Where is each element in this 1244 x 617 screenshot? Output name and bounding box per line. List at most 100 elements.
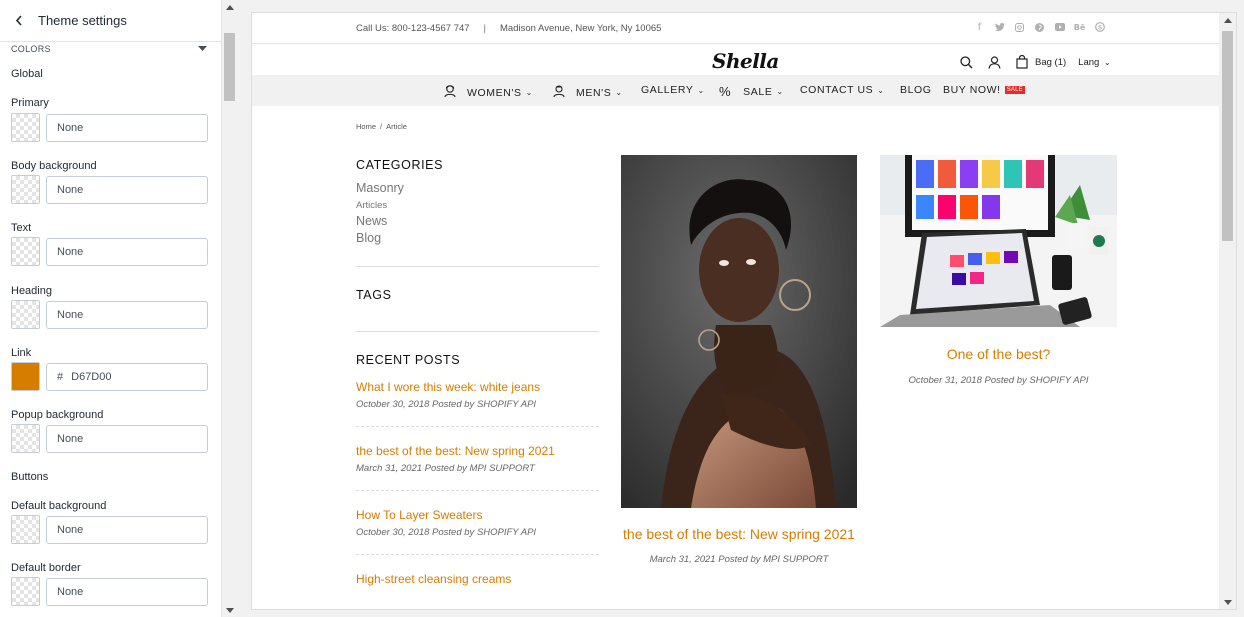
nav-gallery[interactable]: GALLERY ⌄ [641, 84, 705, 96]
bag-count[interactable]: Bag (1) [1035, 57, 1066, 68]
main-nav: WOMEN'S ⌄ MEN'S ⌄ GALLERY ⌄ % SALE ⌄ CONTACT… [252, 75, 1220, 106]
search-icon[interactable] [958, 54, 974, 70]
store-preview: Call Us: 800-123-4567 747 | Madison Avenue… [251, 12, 1237, 610]
primary-label: Primary [11, 97, 49, 109]
recent-post-meta: October 30, 2018 Posted by SHOPIFY API [356, 527, 537, 538]
caret-down-icon [198, 44, 207, 54]
address-text: Madison Avenue, New York, Ny 10065 [500, 23, 662, 34]
scroll-up-arrow-icon[interactable] [226, 5, 234, 10]
article-title[interactable]: the best of the best: New spring 2021 [621, 526, 857, 542]
colors-section-header[interactable]: COLORS [0, 43, 221, 55]
scroll-up-arrow-icon[interactable] [1224, 18, 1232, 23]
article-meta: March 31, 2021 Posted by MPI SUPPORT [649, 554, 829, 565]
scroll-down-arrow-icon[interactable] [226, 608, 234, 613]
article-title[interactable]: One of the best? [880, 346, 1117, 362]
behance-icon[interactable]: Bē [1074, 21, 1086, 33]
instagram-icon[interactable] [1014, 21, 1025, 33]
heading-color-label: Heading [11, 285, 52, 297]
panel-header: Theme settings [0, 0, 221, 42]
panel-scroll-thumb[interactable] [224, 33, 235, 101]
text-color-input[interactable]: None [46, 237, 208, 266]
default-border-row: None [0, 577, 221, 606]
text-color-label: Text [11, 222, 32, 234]
categories-title: CATEGORIES [356, 158, 444, 172]
default-border-input[interactable]: None [46, 577, 208, 606]
separator: | [483, 23, 487, 34]
nav-buy-now[interactable]: BUY NOW! SALE [943, 84, 1025, 96]
recent-post-item: High-street cleansing creams [356, 572, 599, 586]
recent-post-link[interactable]: the best of the best: New spring 2021 [356, 444, 599, 458]
skype-icon[interactable]: S [1094, 21, 1105, 33]
blog-sidebar: CATEGORIES Masonry Articles News Blog TA… [356, 158, 599, 586]
panel-scrollbar[interactable] [222, 0, 238, 617]
preview-scroll-thumb[interactable] [1222, 31, 1233, 241]
heading-color-row: None [0, 300, 221, 329]
social-links: f Bē S [974, 21, 1105, 33]
twitter-icon[interactable] [994, 21, 1005, 33]
heading-color-input[interactable]: None [46, 300, 208, 329]
back-arrow-icon[interactable] [12, 14, 26, 28]
category-news[interactable]: News [356, 214, 599, 228]
chevron-down-icon: ⌄ [697, 85, 705, 95]
popup-background-row: None [0, 424, 221, 453]
global-group-title: Global [11, 68, 43, 80]
nav-womens[interactable]: WOMEN'S ⌄ [443, 84, 533, 101]
preview-scrollbar[interactable] [1219, 13, 1236, 609]
youtube-icon[interactable] [1054, 21, 1065, 33]
woman-icon [443, 84, 457, 101]
text-color-row: None [0, 237, 221, 266]
recent-posts-title: RECENT POSTS [356, 353, 461, 367]
recent-post-link[interactable]: How To Layer Sweaters [356, 508, 599, 522]
link-color-swatch[interactable] [11, 362, 40, 391]
article-image-laptop[interactable] [880, 155, 1117, 327]
breadcrumb-home[interactable]: Home [356, 122, 376, 131]
recent-post-link[interactable]: High-street cleansing creams [356, 572, 599, 586]
scroll-down-arrow-icon[interactable] [1224, 600, 1232, 605]
category-articles[interactable]: Articles [356, 200, 599, 211]
primary-color-input[interactable]: None [46, 113, 208, 142]
text-color-swatch[interactable] [11, 237, 40, 266]
link-color-row: # D67D00 [0, 362, 221, 391]
store-logo[interactable]: Shella [712, 49, 779, 73]
chevron-down-icon: ⌄ [877, 85, 885, 95]
body-background-row: None [0, 175, 221, 204]
default-background-swatch[interactable] [11, 515, 40, 544]
language-selector[interactable]: Lang ⌄ [1078, 57, 1110, 68]
account-icon[interactable] [986, 54, 1002, 70]
popup-background-swatch[interactable] [11, 424, 40, 453]
category-blog[interactable]: Blog [356, 231, 599, 245]
contact-info: Call Us: 800-123-4567 747 | Madison Avenue… [356, 23, 661, 34]
chevron-down-icon: ⌄ [1103, 57, 1111, 67]
default-background-input[interactable]: None [46, 515, 208, 544]
panel-title: Theme settings [38, 13, 127, 28]
divider [356, 266, 599, 267]
facebook-icon[interactable]: f [974, 21, 985, 33]
chevron-down-icon: ⌄ [525, 88, 533, 97]
nav-mens[interactable]: MEN'S ⌄ [552, 84, 623, 101]
nav-blog[interactable]: BLOG [900, 84, 932, 96]
bag-icon[interactable] [1014, 54, 1030, 70]
article-image-portrait[interactable] [621, 155, 857, 508]
link-color-input[interactable]: # D67D00 [46, 362, 208, 391]
nav-sale[interactable]: % SALE ⌄ [719, 84, 784, 99]
category-masonry[interactable]: Masonry [356, 181, 599, 195]
recent-post-link[interactable]: What I wore this week: white jeans [356, 380, 599, 394]
nav-contact-us[interactable]: CONTACT US ⌄ [800, 84, 885, 96]
default-border-swatch[interactable] [11, 577, 40, 606]
breadcrumb: Home / Article [356, 122, 407, 131]
recent-post-meta: October 30, 2018 Posted by SHOPIFY API [356, 399, 537, 410]
theme-settings-panel: Theme settings COLORS Global Primary Non… [0, 0, 222, 617]
popup-background-input[interactable]: None [46, 424, 208, 453]
header-icons: Bag (1) Lang ⌄ [958, 54, 1111, 70]
primary-swatch[interactable] [11, 113, 40, 142]
percent-icon: % [719, 84, 732, 99]
primary-color-row: None [0, 113, 221, 142]
default-background-row: None [0, 515, 221, 544]
pinterest-icon[interactable] [1034, 21, 1045, 33]
categories-list: Masonry Articles News Blog [356, 181, 599, 245]
man-icon [552, 84, 566, 101]
body-background-input[interactable]: None [46, 175, 208, 204]
body-background-swatch[interactable] [11, 175, 40, 204]
heading-color-swatch[interactable] [11, 300, 40, 329]
link-color-label: Link [11, 347, 32, 359]
